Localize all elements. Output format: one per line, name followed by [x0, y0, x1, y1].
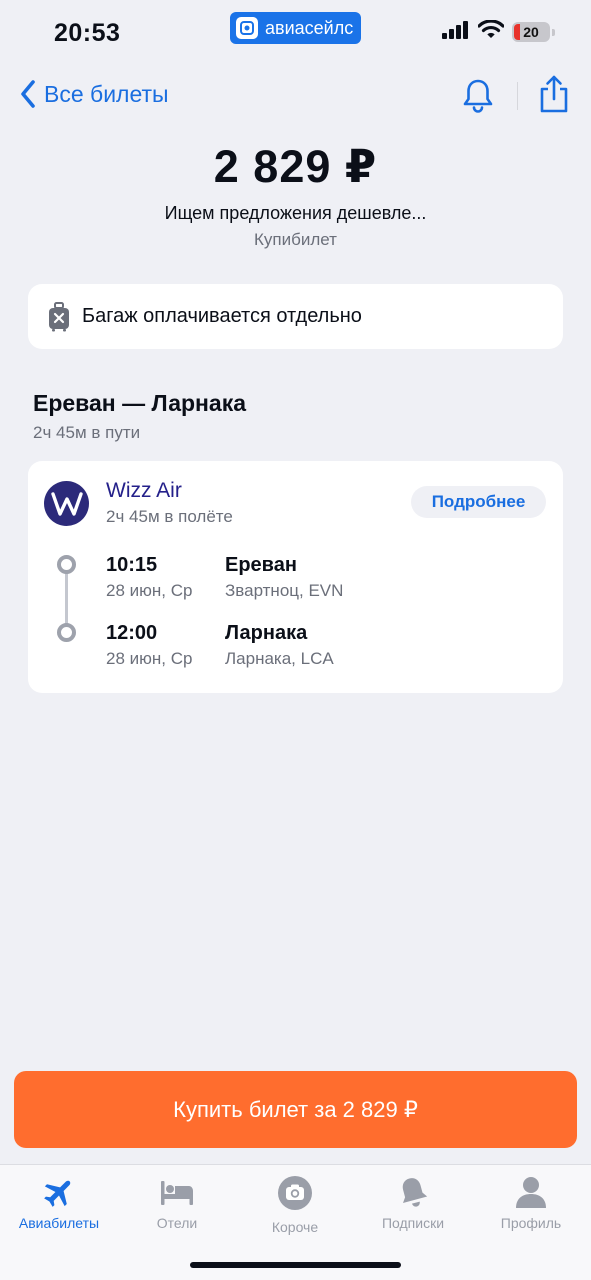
tab-label: Короче: [271, 1219, 319, 1235]
back-label: Все билеты: [44, 80, 169, 107]
aviasales-logo-icon: [236, 17, 258, 39]
route-duration: 2ч 45м в пути: [33, 423, 141, 442]
bed-icon: [161, 1181, 193, 1205]
baggage-text: Багаж оплачивается отдельно: [82, 305, 362, 327]
seller-name: Купибилет: [254, 230, 337, 249]
route-title: Ереван — Ларнака: [33, 390, 247, 416]
tab-stories[interactable]: Короче: [236, 1175, 354, 1235]
battery-level: 20: [523, 24, 539, 40]
battery-fill: [514, 24, 520, 40]
luggage-icon: [49, 301, 69, 331]
home-indicator[interactable]: [190, 1262, 401, 1268]
chevron-left-icon: [21, 80, 35, 108]
arrival-airport: Ларнака, LCA: [225, 649, 334, 668]
profile-icon: [516, 1177, 546, 1208]
brand-label: авиасейлс: [265, 17, 354, 38]
arrival-time: 12:00: [106, 622, 158, 644]
wizz-air-logo-icon: [50, 491, 83, 516]
departure-time: 10:15: [106, 554, 158, 576]
share-icon: [540, 75, 568, 113]
departure-dot: [57, 555, 76, 574]
tab-label: Отели: [156, 1215, 198, 1231]
brand-pill[interactable]: авиасейлс: [230, 12, 361, 44]
screen: 20:53 авиасейлс 20 Все билеты 2 829 ₽ Ищ…: [0, 0, 591, 1280]
details-button[interactable]: Подробнее: [411, 486, 546, 518]
tab-label: Подписки: [381, 1215, 445, 1231]
airline-name: Wizz Air: [106, 479, 182, 502]
tab-label: Профиль: [500, 1215, 562, 1231]
price: 2 829 ₽: [213, 141, 378, 192]
flight-duration: 2ч 45м в полёте: [106, 507, 233, 526]
arrival-city: Ларнака: [225, 622, 308, 644]
subscribe-button[interactable]: [462, 78, 494, 119]
bell-icon: [402, 1178, 428, 1207]
arrival-dot: [57, 623, 76, 642]
departure-date: 28 июн, Ср: [106, 581, 193, 600]
battery-cap: [552, 28, 555, 36]
share-button[interactable]: [538, 74, 570, 119]
camera-icon: [278, 1176, 312, 1210]
battery-icon: 20: [512, 22, 550, 42]
departure-airport: Звартноц, EVN: [225, 581, 344, 600]
plane-icon: [44, 1180, 71, 1207]
tab-profile[interactable]: Профиль: [472, 1175, 590, 1231]
signal-icon: [442, 20, 470, 44]
flight-card: Wizz Air 2ч 45м в полёте Подробнее 10:15…: [28, 461, 563, 693]
status-time: 20:53: [54, 19, 121, 47]
bell-icon: [463, 79, 493, 113]
status-bar: 20:53 авиасейлс 20: [0, 0, 591, 66]
departure-city: Ереван: [225, 554, 297, 576]
airline-logo: [44, 481, 89, 526]
wifi-icon: [477, 19, 505, 44]
status-icons: 20: [442, 19, 555, 44]
arrival-date: 28 июн, Ср: [106, 649, 193, 668]
nav-divider: [517, 82, 518, 110]
buy-ticket-button[interactable]: Купить билет за 2 829 ₽: [14, 1071, 577, 1148]
searching-text: Ищем предложения дешевле...: [164, 203, 427, 223]
tab-hotels[interactable]: Отели: [118, 1175, 236, 1231]
baggage-card: Багаж оплачивается отдельно: [28, 284, 563, 349]
tab-label: Авиабилеты: [18, 1215, 100, 1231]
tab-subscriptions[interactable]: Подписки: [354, 1175, 472, 1231]
back-button[interactable]: Все билеты: [20, 80, 169, 108]
tab-flights[interactable]: Авиабилеты: [0, 1175, 118, 1231]
